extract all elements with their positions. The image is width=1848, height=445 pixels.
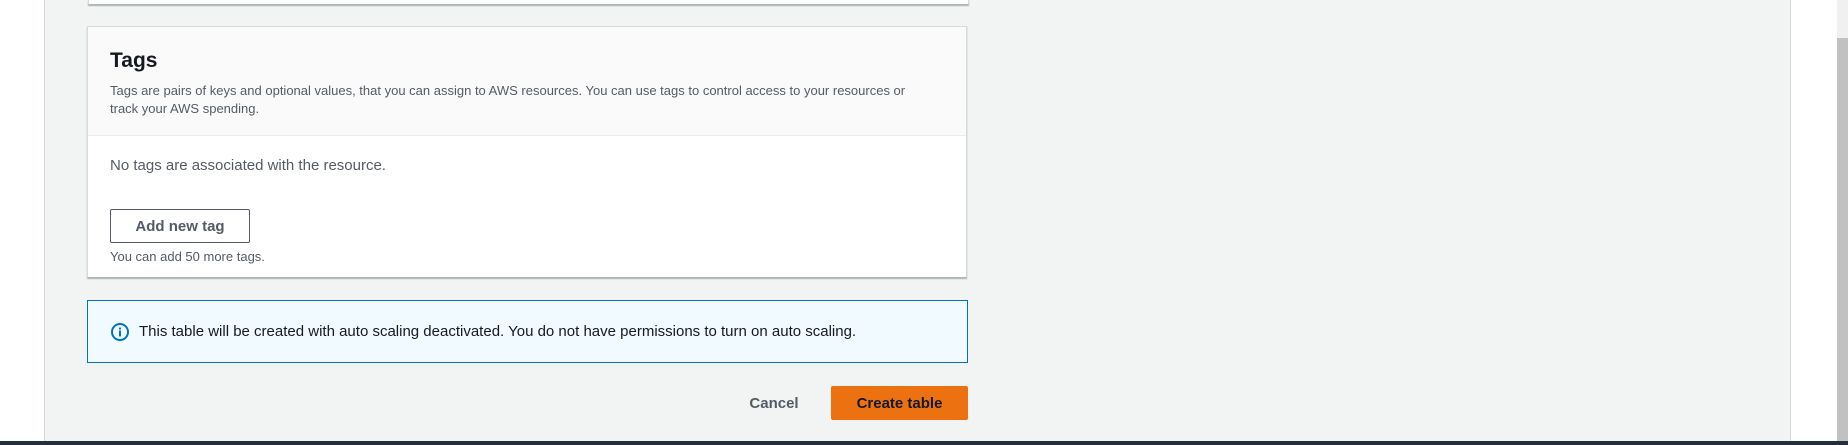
auto-scaling-info-alert: This table will be created with auto sca… [87, 300, 968, 363]
tag-limit-text: You can add 50 more tags. [110, 249, 265, 264]
bottom-edge-bar [0, 441, 1848, 445]
tags-panel: Tags Tags are pairs of keys and optional… [87, 26, 967, 278]
add-new-tag-button[interactable]: Add new tag [110, 209, 250, 243]
previous-panel-bottom-edge [88, 0, 969, 5]
page-scrollbar[interactable] [1837, 0, 1848, 441]
create-table-button[interactable]: Create table [831, 386, 968, 420]
cancel-button[interactable]: Cancel [729, 386, 819, 420]
alert-message: This table will be created with auto sca… [139, 323, 857, 340]
no-tags-message: No tags are associated with the resource… [110, 157, 386, 174]
info-icon [110, 322, 130, 342]
tags-panel-header: Tags Tags are pairs of keys and optional… [88, 27, 966, 136]
tags-description: Tags are pairs of keys and optional valu… [110, 83, 906, 116]
scrollbar-thumb[interactable] [1837, 38, 1848, 441]
tags-title: Tags [110, 49, 158, 72]
